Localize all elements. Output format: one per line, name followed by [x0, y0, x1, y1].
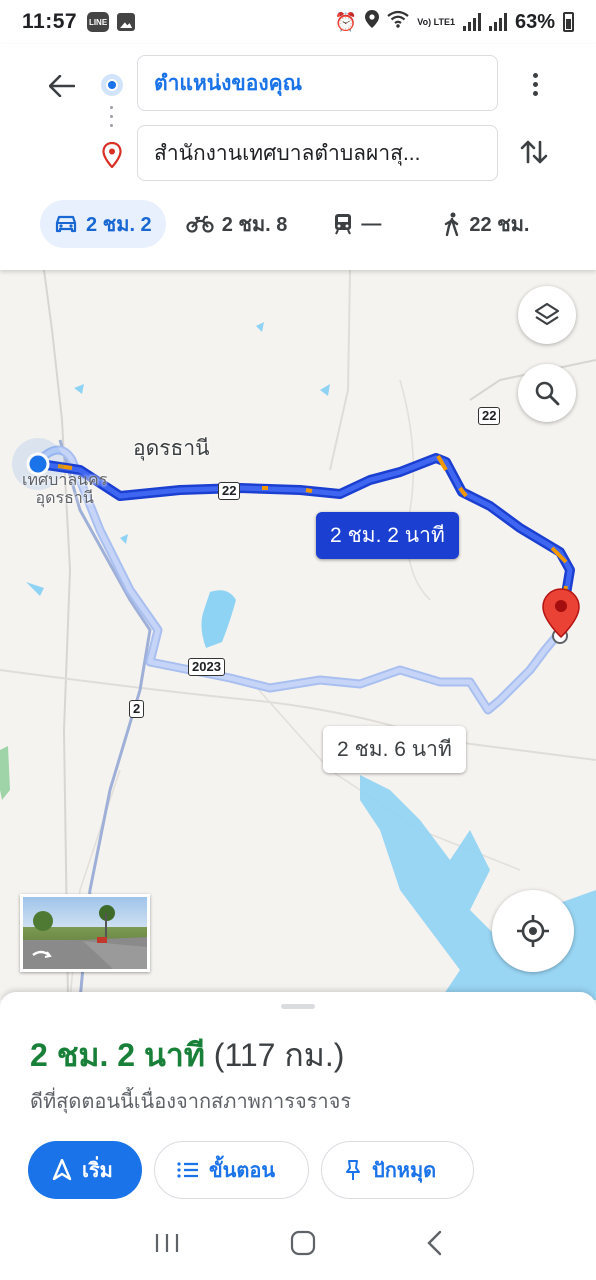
pin-label: ปักหมุด: [372, 1160, 437, 1182]
battery-percent: 63%: [514, 10, 555, 33]
mode-car-label: 2 ชม. 2: [86, 214, 152, 236]
push-pin-icon: [346, 1160, 360, 1180]
road-shield: 22: [218, 482, 241, 500]
street-view-thumbnail[interactable]: [20, 894, 150, 972]
alternate-route-label[interactable]: 2 ชม. 6 นาที: [323, 726, 466, 773]
start-button[interactable]: เริ่ม: [28, 1141, 142, 1199]
signal-icon: [462, 13, 481, 31]
destination-field[interactable]: สำนักงานเทศบาลตำบลผาสุ...: [137, 125, 498, 181]
status-time: 11:57: [22, 10, 78, 33]
origin-dot-icon: [101, 74, 123, 96]
route-note: ดีที่สุดตอนนี้เนื่องจากสภาพการจราจร: [30, 1091, 352, 1113]
layers-icon: [534, 302, 560, 326]
mode-transit-label: —: [361, 212, 382, 235]
car-icon: [55, 215, 77, 233]
route-distance: (117 กม.): [213, 1037, 345, 1073]
pin-button[interactable]: ปักหมุด: [321, 1141, 474, 1199]
city-label-line1: เทศบาลนคร: [22, 472, 108, 489]
search-map-button[interactable]: [518, 364, 576, 422]
road-shield: 2: [129, 700, 145, 718]
system-navigation-bar: [0, 1210, 596, 1280]
location-icon: [365, 10, 380, 34]
mode-walk-label: 22 ชม.: [469, 214, 530, 236]
swap-vert-icon: [520, 140, 548, 164]
lte-indicator: Vo) LTE1: [417, 16, 455, 27]
wifi-icon: [387, 10, 409, 34]
my-location-button[interactable]: [492, 890, 574, 972]
arrow-back-icon: [49, 75, 75, 97]
route-duration: 2 ชม. 2 นาที: [30, 1037, 205, 1073]
navigation-arrow-icon: [52, 1159, 72, 1181]
primary-route-label[interactable]: 2 ชม. 2 นาที: [316, 512, 459, 559]
map-canvas: [0, 270, 596, 1000]
sheet-drag-handle[interactable]: [281, 1004, 315, 1009]
start-label: เริ่ม: [82, 1160, 113, 1182]
motorcycle-icon: [186, 215, 214, 233]
action-buttons: เริ่ม ขั้นตอน ปักหมุด: [28, 1141, 474, 1199]
travel-mode-tabs: 2 ชม. 2 2 ชม. 8 — 22 ชม.: [0, 199, 596, 249]
battery-icon: [563, 12, 574, 32]
mode-car-tab[interactable]: 2 ชม. 2: [40, 200, 166, 248]
route-summary-sheet[interactable]: 2 ชม. 2 นาที (117 กม.) ดีที่สุดตอนนี้เนื…: [0, 992, 596, 1280]
list-icon: [177, 1162, 198, 1178]
swap-button[interactable]: [516, 134, 552, 170]
route-connector-dots: [110, 106, 114, 127]
home-button[interactable]: [290, 1230, 316, 1261]
alarm-icon: ⏰: [334, 11, 358, 32]
back-nav-button[interactable]: [426, 1230, 442, 1261]
mode-walk-tab[interactable]: 22 ชม.: [429, 200, 543, 248]
search-icon: [535, 381, 560, 406]
city-label-line2: อุดรธานี: [35, 490, 94, 507]
layers-button[interactable]: [518, 286, 576, 344]
mode-transit-tab[interactable]: —: [319, 200, 395, 248]
directions-panel: ตำแหน่งของคุณ สำนักงานเทศบาลตำบลผาสุ... …: [0, 44, 596, 270]
street-view-image: [23, 905, 147, 969]
city-label: เทศบาลนคร อุดรธานี: [22, 472, 107, 508]
mode-motorcycle-label: 2 ชม. 8: [221, 214, 288, 236]
destination-marker-icon[interactable]: [542, 588, 580, 643]
map-view[interactable]: อุดรธานี เทศบาลนคร อุดรธานี 22 22 2023 2…: [0, 270, 596, 1000]
road-shield: 22: [478, 407, 501, 425]
road-shield: 2023: [188, 658, 225, 676]
gallery-notification-icon: [117, 13, 136, 31]
steps-label: ขั้นตอน: [209, 1160, 276, 1182]
walk-icon: [445, 212, 459, 236]
destination-pin-icon: [102, 141, 122, 173]
route-eta: 2 ชม. 2 นาที (117 กม.): [30, 1030, 344, 1081]
recents-icon: [155, 1233, 179, 1252]
steps-button[interactable]: ขั้นตอน: [154, 1141, 309, 1199]
mode-motorcycle-tab[interactable]: 2 ชม. 8: [172, 200, 302, 248]
province-label: อุดรธานี: [133, 437, 210, 460]
crosshair-icon: [517, 915, 549, 947]
origin-field[interactable]: ตำแหน่งของคุณ: [137, 55, 498, 111]
signal-icon-2: [488, 13, 507, 31]
recents-button[interactable]: [154, 1232, 180, 1259]
status-bar: 11:57 LINE ⏰ Vo) LTE1 63%: [0, 0, 596, 44]
home-icon: [290, 1230, 316, 1255]
chevron-left-icon: [427, 1230, 442, 1255]
back-button[interactable]: [42, 66, 82, 106]
more-options-button[interactable]: [520, 66, 550, 102]
line-app-icon: LINE: [87, 12, 110, 32]
train-icon: [335, 214, 352, 235]
